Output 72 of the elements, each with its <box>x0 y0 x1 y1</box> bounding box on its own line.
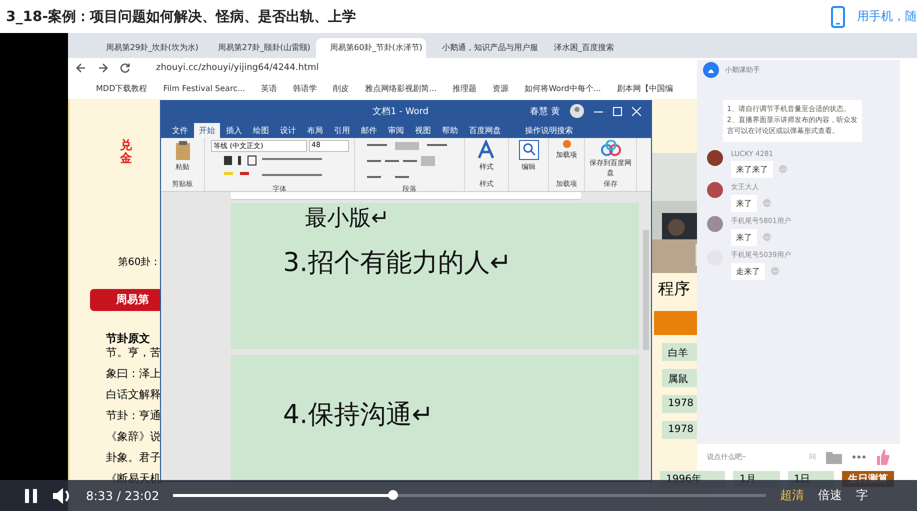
browser-tab[interactable]: 泽水困_百度搜索 <box>540 38 650 58</box>
bookmark[interactable]: 韩语学 <box>293 82 318 94</box>
quality-button[interactable]: 超清 <box>780 487 804 504</box>
tell-me-search[interactable]: 操作说明搜索 <box>517 123 581 138</box>
thumbs-up-icon[interactable] <box>876 449 890 465</box>
more-icon[interactable] <box>852 455 866 459</box>
chat-message: 来了 <box>731 228 757 246</box>
bookmark[interactable]: 资源 <box>492 82 509 94</box>
ribbon-tab[interactable]: 引用 <box>329 123 355 138</box>
bookmark[interactable]: Film Festival Searc... <box>163 84 246 92</box>
text-line: 卦象。君子 <box>106 450 162 466</box>
phone-icon[interactable] <box>831 6 845 28</box>
forward-icon[interactable] <box>98 63 108 73</box>
back-icon[interactable] <box>76 63 86 73</box>
browser-tab[interactable]: 周易第27卦_颐卦(山雷颐) <box>204 38 314 58</box>
element-label: 兑金 <box>120 139 133 166</box>
bot-avatar-icon <box>703 62 719 78</box>
text-line: 白话文解释 <box>106 387 162 403</box>
section-banner: 周易第 <box>90 289 162 311</box>
maximize-icon[interactable] <box>612 106 622 116</box>
ribbon-tab[interactable]: 插入 <box>221 123 247 138</box>
section-title: 程序 <box>658 279 691 300</box>
window-title: 文档1 - Word <box>372 106 428 118</box>
bookmark[interactable]: 雅点网络影视剧简... <box>365 82 437 94</box>
subtitles-button[interactable]: 字 <box>856 487 868 504</box>
browser-tab[interactable]: 小鹅通，知识产品与用户服 <box>428 38 538 58</box>
address-field[interactable]: zhouyi.cc/zhouyi/yijing64/4244.html <box>156 63 319 73</box>
browser-tab[interactable]: 周易第29卦_坎卦(坎为水) <box>92 38 202 58</box>
document-line: 最小版↵ <box>304 205 390 233</box>
ribbon-tab[interactable]: 设计 <box>275 123 301 138</box>
text-line: 节卦：亨通 <box>106 408 162 424</box>
bookmark[interactable]: 推理题 <box>452 82 477 94</box>
volume-icon[interactable] <box>52 486 72 504</box>
text-line: 《象辞》说 <box>106 429 162 445</box>
ribbon-tab[interactable]: 审阅 <box>383 123 409 138</box>
scrollbar[interactable] <box>643 230 649 350</box>
video-title: 3_18-案例：项目问题如何解决、怪病、是否出轨、上学 <box>6 8 356 26</box>
close-icon[interactable] <box>632 106 641 116</box>
dot-icon <box>562 140 570 148</box>
clipboard-icon <box>174 140 190 160</box>
playback-time: 8:33 / 23:02 <box>86 488 160 502</box>
ribbon-tab[interactable]: 百度网盘 <box>464 123 506 138</box>
styles-icon <box>476 140 496 160</box>
ribbon-tab[interactable]: 开始 <box>194 123 220 138</box>
document-line: 4.保持沟通↵ <box>282 399 435 432</box>
ribbon-tab[interactable]: 绘图 <box>248 123 274 138</box>
ribbon-tab[interactable]: 帮助 <box>437 123 463 138</box>
ribbon-tab[interactable]: 布局 <box>302 123 328 138</box>
chat-message: 来了 <box>731 194 757 212</box>
pause-icon[interactable] <box>24 488 38 504</box>
text-line: 象曰：泽上 <box>106 366 162 382</box>
chat-message: 来了来了 <box>731 160 773 178</box>
bookmark[interactable]: 剧本网【中国编 <box>616 82 673 94</box>
bookmark[interactable]: 英语 <box>261 82 278 94</box>
hexagram-label: 第60卦： <box>118 256 161 269</box>
bookmark[interactable]: 削皮 <box>333 82 350 94</box>
chat-message: 走来了 <box>731 262 765 280</box>
speed-button[interactable]: 倍速 <box>818 487 842 504</box>
ribbon-tab[interactable]: 邮件 <box>356 123 382 138</box>
ribbon-tab[interactable]: 视图 <box>410 123 436 138</box>
user-name: 春慧 黄 <box>530 106 560 118</box>
cloud-icon <box>600 140 620 156</box>
avatar-icon <box>570 104 584 118</box>
bookmark[interactable]: MDD下载教程 <box>96 82 148 94</box>
bookmark[interactable]: 如何将Word中每个... <box>524 82 601 94</box>
reload-icon[interactable] <box>120 63 130 73</box>
document-line: 3.招个有能力的人↵ <box>282 247 513 280</box>
progress-handle[interactable] <box>388 490 398 500</box>
section-heading: 节卦原文 <box>106 331 150 346</box>
browser-tab[interactable]: 周易第60卦_节卦(水泽节) <box>316 38 426 58</box>
ribbon-tab[interactable]: 文件 <box>167 123 193 138</box>
text-line: 节。亨，苦 <box>106 345 162 361</box>
